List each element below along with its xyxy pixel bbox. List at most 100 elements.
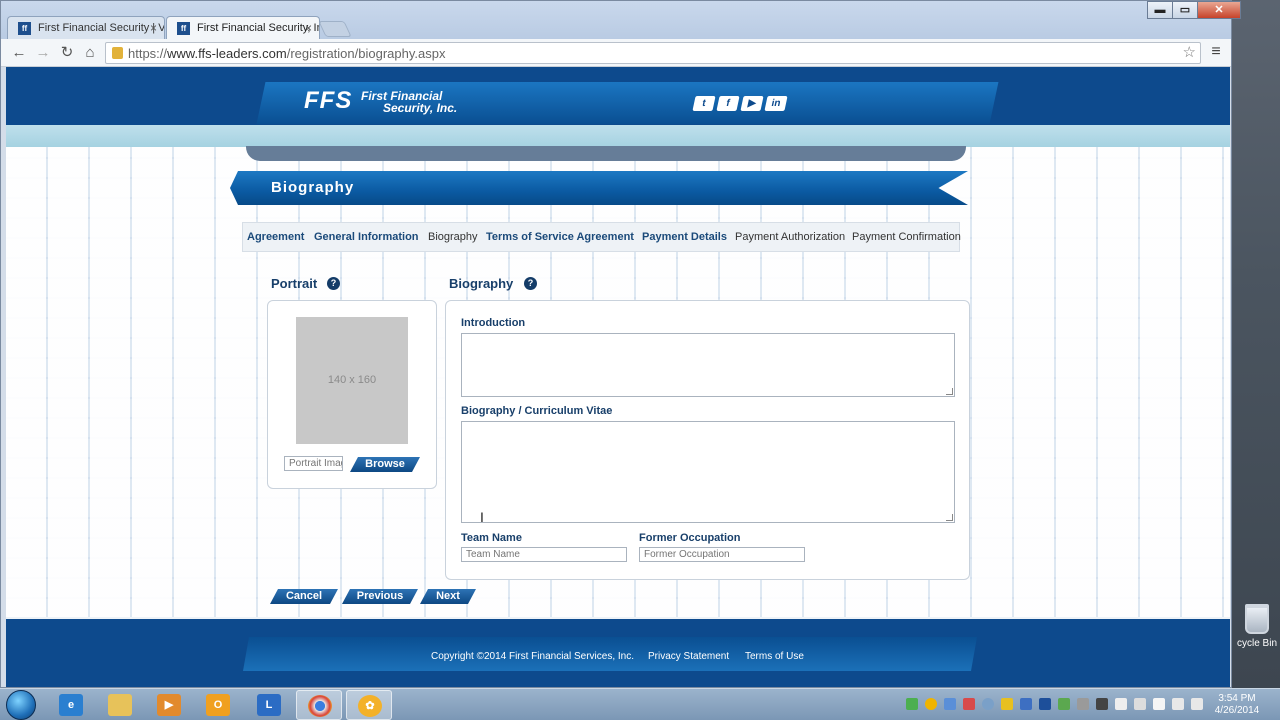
team-name-input[interactable] <box>461 547 627 562</box>
taskbar-lync[interactable]: L <box>246 690 292 720</box>
tray-action-center-icon[interactable] <box>1134 698 1146 710</box>
close-window-button[interactable]: ✕ <box>1197 1 1241 19</box>
tray-status-icon[interactable] <box>925 698 937 710</box>
taskbar-outlook[interactable]: O <box>195 690 241 720</box>
introduction-label: Introduction <box>461 317 526 329</box>
page-viewport: FFS First Financial Security, Inc. t f ▶ … <box>6 67 1230 687</box>
privacy-statement-link[interactable]: Privacy Statement <box>648 651 729 662</box>
tray-sync-icon[interactable] <box>944 698 956 710</box>
step-terms-of-service[interactable]: Terms of Service Agreement <box>486 231 634 243</box>
tray-app-icon[interactable] <box>963 698 975 710</box>
url-text: https://www.ffs-leaders.com/registration… <box>128 46 446 61</box>
former-occupation-label: Former Occupation <box>639 532 741 544</box>
recycle-bin-icon <box>1245 604 1269 634</box>
taskbar-clock[interactable]: 3:54 PM 4/26/2014 <box>1206 693 1268 717</box>
step-payment-confirmation: Payment Confirmation <box>852 231 961 243</box>
youtube-icon[interactable]: ▶ <box>740 96 764 111</box>
reload-icon[interactable]: ↻ <box>57 43 77 63</box>
desktop <box>1232 0 1280 688</box>
tray-device-icon[interactable] <box>1077 698 1089 710</box>
cv-textarea[interactable] <box>461 421 955 523</box>
step-biography: Biography <box>428 231 478 243</box>
chrome-icon <box>308 695 332 717</box>
portrait-title: Portrait <box>271 276 318 291</box>
next-button[interactable]: Next <box>420 589 476 604</box>
former-occupation-input[interactable] <box>639 547 805 562</box>
linkedin-icon[interactable]: in <box>764 96 788 111</box>
tab-close-icon[interactable]: × <box>305 17 312 39</box>
browser-window: ff First Financial Security | V × ff Fir… <box>0 0 1241 688</box>
ffs-logo[interactable]: FFS First Financial Security, Inc. <box>304 87 457 115</box>
maximize-button[interactable]: ▭ <box>1172 1 1198 19</box>
taskbar-explorer[interactable] <box>97 690 143 720</box>
tray-battery-icon[interactable] <box>1153 698 1165 710</box>
folder-icon <box>108 694 132 716</box>
ffs-favicon-icon: ff <box>177 22 190 35</box>
home-icon[interactable]: ⌂ <box>80 43 100 63</box>
portrait-help-icon[interactable]: ? <box>327 277 340 290</box>
resize-grip-icon[interactable] <box>946 388 953 395</box>
clock-date: 4/26/2014 <box>1214 705 1260 716</box>
start-button[interactable] <box>6 690 36 720</box>
header-sub-band <box>246 146 966 161</box>
terms-of-use-link[interactable]: Terms of Use <box>745 651 804 662</box>
taskbar-chrome[interactable] <box>296 690 342 720</box>
lync-icon: L <box>257 694 281 716</box>
tab-close-icon[interactable]: × <box>150 17 157 39</box>
previous-button[interactable]: Previous <box>342 589 418 604</box>
team-name-label: Team Name <box>461 532 522 544</box>
facebook-icon[interactable]: f <box>716 96 740 111</box>
tray-settings-icon[interactable] <box>982 698 994 710</box>
tray-flag-icon[interactable] <box>1115 698 1127 710</box>
media-player-icon: ▶ <box>157 694 181 716</box>
text-cursor-icon: I <box>480 509 484 525</box>
tab-title: First Financial Security, Inc <box>197 22 320 34</box>
tab-first-financial-1[interactable]: ff First Financial Security | V × <box>7 16 165 39</box>
browse-button[interactable]: Browse <box>350 457 420 472</box>
browser-toolbar: ← → ↻ ⌂ https://www.ffs-leaders.com/regi… <box>1 39 1231 67</box>
introduction-textarea[interactable] <box>461 333 955 397</box>
tray-volume-icon[interactable] <box>1191 698 1203 710</box>
resize-grip-icon[interactable] <box>946 514 953 521</box>
recycle-bin-label: cycle Bin <box>1236 638 1277 649</box>
clock-time: 3:54 PM <box>1218 693 1256 704</box>
portrait-placeholder: 140 x 160 <box>296 317 408 444</box>
recycle-bin[interactable]: cycle Bin <box>1234 604 1280 649</box>
step-agreement[interactable]: Agreement <box>247 231 304 243</box>
cancel-button[interactable]: Cancel <box>270 589 338 604</box>
biography-title: Biography <box>449 276 514 291</box>
taskbar-media-player[interactable]: ▶ <box>146 690 192 720</box>
browser-titlebar: ff First Financial Security | V × ff Fir… <box>1 1 1241 39</box>
tray-check-icon[interactable] <box>1058 698 1070 710</box>
biography-help-icon[interactable]: ? <box>524 277 537 290</box>
twitter-icon[interactable]: t <box>692 96 716 111</box>
step-payment-details[interactable]: Payment Details <box>642 231 727 243</box>
tray-drive-icon[interactable] <box>906 698 918 710</box>
step-payment-authorization: Payment Authorization <box>735 231 846 243</box>
taskbar-ie[interactable]: e <box>48 690 94 720</box>
tray-network-icon[interactable] <box>1172 698 1184 710</box>
back-icon[interactable]: ← <box>9 43 29 63</box>
tab-title: First Financial Security | V <box>38 22 165 34</box>
flower-app-icon: ✿ <box>358 695 382 717</box>
tray-bluetooth-icon[interactable] <box>1020 698 1032 710</box>
ffs-favicon-icon: ff <box>18 22 31 35</box>
site-footer: Copyright ©2014 First Financial Services… <box>6 619 1230 687</box>
forward-icon[interactable]: → <box>33 43 53 63</box>
tab-first-financial-2[interactable]: ff First Financial Security, Inc × <box>166 16 320 39</box>
tray-monitor-icon[interactable] <box>1039 698 1051 710</box>
bookmark-star-icon[interactable]: ☆ <box>1183 43 1196 61</box>
chrome-menu-icon[interactable]: ≡ <box>1207 43 1225 63</box>
new-tab-button[interactable] <box>318 21 352 37</box>
outlook-icon: O <box>206 694 230 716</box>
windows-taskbar: e ▶ O L ✿ 3:54 PM 4/26/2014 <box>0 688 1280 720</box>
address-bar[interactable]: https://www.ffs-leaders.com/registration… <box>105 42 1201 64</box>
step-general-information[interactable]: General Information <box>314 231 419 243</box>
taskbar-app-flower[interactable]: ✿ <box>346 690 392 720</box>
tray-window-icon[interactable] <box>1096 698 1108 710</box>
minimize-button[interactable]: ▬ <box>1147 1 1173 19</box>
copyright-text: Copyright ©2014 First Financial Services… <box>431 651 635 662</box>
portrait-image-input[interactable] <box>284 456 343 471</box>
page-title: Biography <box>271 179 355 196</box>
tray-shield-icon[interactable] <box>1001 698 1013 710</box>
